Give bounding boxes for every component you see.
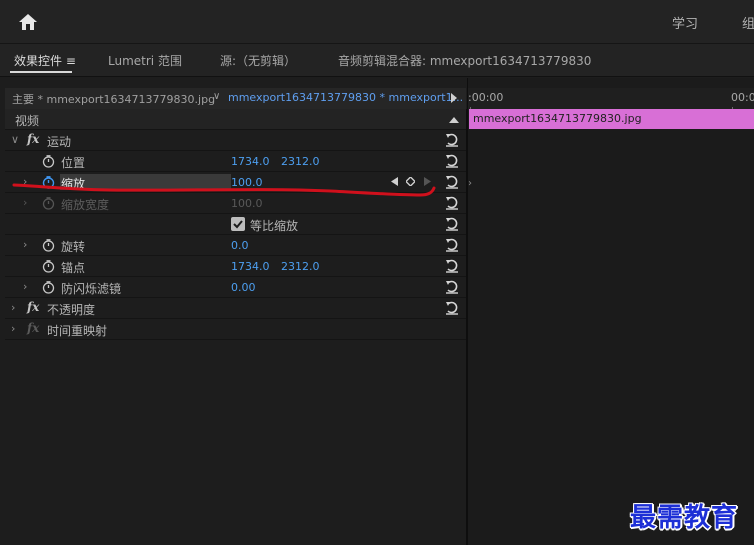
rotation-label: 旋转	[61, 240, 86, 254]
stopwatch-icon[interactable]	[42, 239, 55, 252]
property-row-scale-width: › 缩放宽度 100.0	[5, 193, 466, 214]
reset-icon[interactable]	[445, 133, 459, 147]
reset-icon[interactable]	[445, 259, 459, 273]
add-keyframe-icon[interactable]	[406, 177, 415, 186]
reset-icon[interactable]	[445, 154, 459, 168]
timeline-clip-name: mmexport1634713779830.jpg	[473, 112, 642, 125]
anti-flicker-value[interactable]: 0.00	[231, 281, 256, 294]
expand-chevron-icon[interactable]: ›	[23, 196, 27, 209]
motion-label: 运动	[47, 135, 72, 149]
expand-chevron-icon[interactable]: ›	[11, 322, 15, 335]
tab-effect-controls[interactable]: 效果控件 ≡	[14, 52, 76, 69]
effect-controls-timeline[interactable]: :00:00 00:0 mmexport1634713779830.jpg ›	[467, 78, 754, 545]
property-row-anti-flicker: › 防闪烁滤镜 0.00	[5, 277, 466, 298]
fx-badge-icon: fx	[27, 321, 40, 335]
scale-width-label: 缩放宽度	[61, 198, 110, 212]
reset-icon[interactable]	[445, 175, 459, 189]
reset-icon[interactable]	[445, 238, 459, 252]
uniform-scale-label: 等比缩放	[250, 219, 299, 233]
anchor-x-value[interactable]: 1734.0	[231, 260, 270, 273]
expand-chevron-icon[interactable]: ›	[23, 175, 27, 188]
effect-row-motion[interactable]: ∨ fx 运动	[5, 130, 466, 151]
timecode-end: 00:0	[731, 91, 754, 104]
source-selector-bar: 主要 * mmexport1634713779830.jpg ∨ mmexpor…	[5, 88, 466, 109]
stopwatch-icon[interactable]	[42, 281, 55, 294]
expand-chevron-icon[interactable]: ∨	[11, 133, 19, 146]
tab-lumetri-scopes[interactable]: Lumetri 范围	[108, 52, 182, 69]
property-row-scale: › 缩放 100.0	[5, 172, 466, 193]
stopwatch-icon	[42, 197, 55, 210]
property-row-uniform-scale: 等比缩放	[5, 214, 466, 235]
next-keyframe-icon[interactable]	[424, 177, 431, 186]
position-x-value[interactable]: 1734.0	[231, 155, 270, 168]
time-ruler[interactable]: :00:00 00:0	[468, 88, 754, 114]
anchor-point-label: 锚点	[61, 261, 86, 275]
fx-badge-icon[interactable]: fx	[27, 300, 39, 314]
sequence-clip-selector[interactable]: mmexport1634713779830 * mmexport1...	[228, 91, 463, 104]
collapse-up-icon[interactable]	[449, 116, 459, 123]
reset-icon[interactable]	[445, 196, 459, 210]
tab-source[interactable]: 源:（无剪辑）	[220, 52, 296, 69]
reset-icon[interactable]	[445, 301, 459, 315]
property-row-rotation: › 旋转 0.0	[5, 235, 466, 256]
selected-property-highlight	[60, 174, 231, 190]
anti-flicker-label: 防闪烁滤镜	[61, 282, 122, 296]
rotation-value[interactable]: 0.0	[231, 239, 249, 252]
watermark-logo: 最需教育	[630, 503, 739, 533]
timecode-start: :00:00	[468, 91, 504, 104]
previous-keyframe-icon[interactable]	[391, 177, 398, 186]
checkmark-icon	[233, 220, 243, 229]
tab-audio-clip-mixer[interactable]: 音频剪辑混合器: mmexport1634713779830	[338, 52, 591, 69]
fx-badge-icon[interactable]: fx	[27, 132, 39, 146]
expand-chevron-icon[interactable]: ›	[11, 301, 15, 314]
keyframe-navigator-icon: ›	[468, 178, 472, 189]
position-y-value[interactable]: 2312.0	[281, 155, 320, 168]
master-clip-label[interactable]: 主要 * mmexport1634713779830.jpg	[12, 91, 215, 107]
play-only-clip-audio-icon[interactable]	[451, 93, 457, 103]
anchor-y-value[interactable]: 2312.0	[281, 260, 320, 273]
panel-tab-bar: 效果控件 ≡ Lumetri 范围 源:（无剪辑） 音频剪辑混合器: mmexp…	[0, 44, 754, 77]
time-remapping-label: 时间重映射	[47, 324, 108, 338]
scale-width-value: 100.0	[231, 197, 263, 210]
video-section-header: 视频	[5, 109, 466, 130]
effect-row-opacity[interactable]: › fx 不透明度	[5, 298, 466, 319]
active-tab-indicator	[10, 71, 72, 73]
scale-label: 缩放	[61, 177, 86, 191]
expand-chevron-icon[interactable]: ›	[23, 238, 27, 251]
scale-value[interactable]: 100.0	[231, 176, 263, 189]
property-row-anchor-point: 锚点 1734.0 2312.0	[5, 256, 466, 277]
chevron-down-icon[interactable]: ∨	[213, 91, 220, 102]
stopwatch-active-icon[interactable]	[42, 176, 55, 189]
effect-controls-panel: 主要 * mmexport1634713779830.jpg ∨ mmexpor…	[5, 78, 467, 545]
timeline-clip[interactable]: mmexport1634713779830.jpg	[469, 109, 754, 129]
top-bar: 学习 组	[0, 0, 754, 44]
workspace-assembly[interactable]: 组	[742, 13, 754, 32]
stopwatch-icon[interactable]	[42, 155, 55, 168]
home-icon[interactable]	[18, 12, 38, 32]
position-label: 位置	[61, 156, 86, 170]
expand-chevron-icon[interactable]: ›	[23, 280, 27, 293]
uniform-scale-checkbox[interactable]	[231, 217, 245, 231]
reset-icon[interactable]	[445, 217, 459, 231]
workspace-learning[interactable]: 学习	[672, 13, 698, 32]
opacity-label: 不透明度	[47, 303, 96, 317]
video-section-label: 视频	[15, 114, 40, 128]
reset-icon[interactable]	[445, 280, 459, 294]
stopwatch-icon[interactable]	[42, 260, 55, 273]
effect-row-time-remapping[interactable]: › fx 时间重映射	[5, 319, 466, 340]
property-row-position: 位置 1734.0 2312.0	[5, 151, 466, 172]
